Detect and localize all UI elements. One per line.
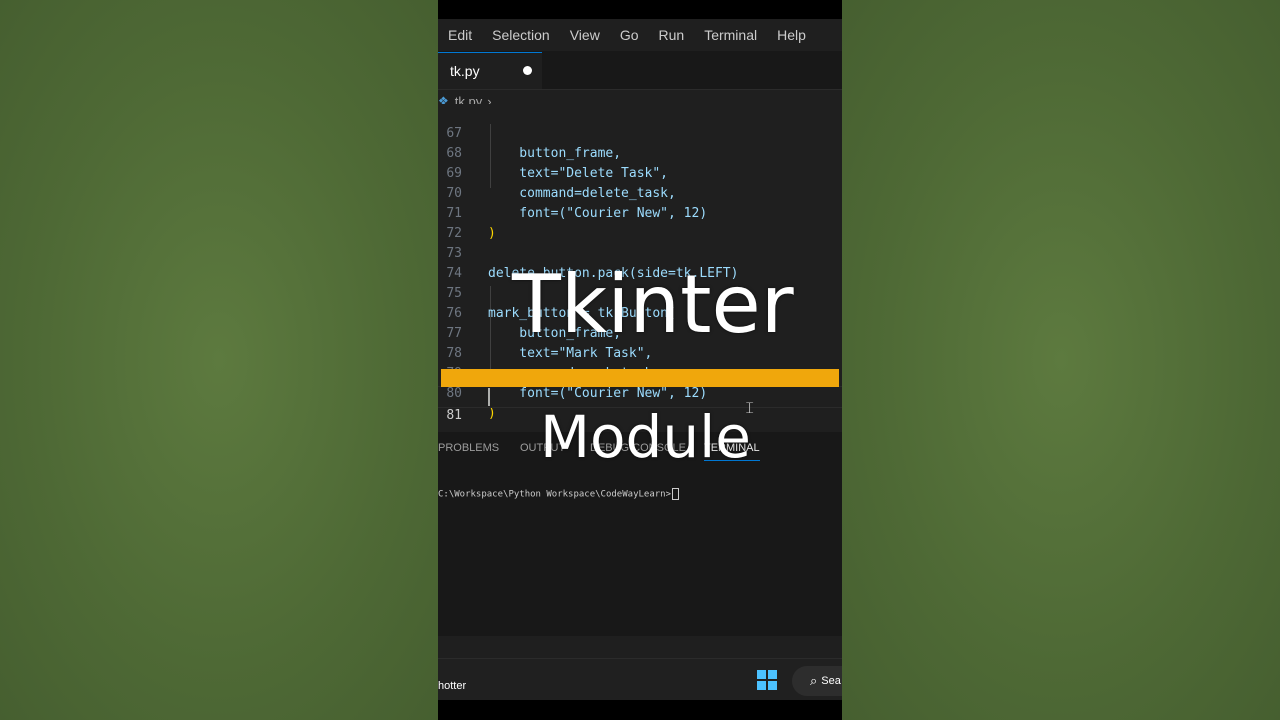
- left-background: [0, 0, 438, 720]
- search-label: Sea: [821, 675, 841, 687]
- tab-label: tk.py: [450, 63, 480, 79]
- overlay-subtitle: Module: [540, 403, 751, 471]
- top-black-bar: [438, 0, 842, 19]
- menu-run[interactable]: Run: [649, 27, 695, 43]
- tab-tk-py[interactable]: tk.py: [438, 52, 542, 89]
- terminal-panel[interactable]: C:\Workspace\Python Workspace\CodeWayLea…: [438, 464, 842, 636]
- terminal-cursor: [672, 488, 679, 500]
- status-gap: [438, 636, 842, 658]
- windows-taskbar: hotter ⌕ Sea: [438, 658, 842, 701]
- windows-start-icon[interactable]: [757, 670, 777, 690]
- tab-problems[interactable]: PROBLEMS: [438, 442, 499, 454]
- line-number: 81: [446, 408, 462, 423]
- unsaved-dot-icon[interactable]: [523, 66, 532, 75]
- taskbar-app-label[interactable]: hotter: [438, 680, 466, 692]
- taskbar-search[interactable]: ⌕ Sea: [792, 666, 842, 696]
- code-line: 71 ): [438, 184, 842, 241]
- search-icon: ⌕: [810, 673, 818, 688]
- code-line: 69 command=delete_task,: [438, 144, 842, 201]
- menu-view[interactable]: View: [560, 27, 610, 43]
- code-line: 70 font=("Courier New", 12): [438, 164, 842, 221]
- menu-edit[interactable]: Edit: [438, 27, 482, 43]
- code-line: 67 button_frame,: [438, 104, 842, 161]
- code-line: 68 text="Delete Task",: [438, 124, 842, 181]
- menu-selection[interactable]: Selection: [482, 27, 560, 43]
- bottom-black-bar: [438, 700, 842, 720]
- highlight-bar: [441, 369, 839, 387]
- code-line: 72: [438, 204, 842, 241]
- terminal-prompt: C:\Workspace\Python Workspace\CodeWayLea…: [438, 489, 671, 500]
- vscode-window: Edit Selection View Go Run Terminal Help…: [438, 0, 842, 720]
- editor-tabs: tk.py: [438, 51, 842, 90]
- text-cursor: [488, 388, 490, 406]
- terminal-line: C:\Workspace\Python Workspace\CodeWayLea…: [438, 488, 679, 500]
- overlay-title: Tkinter: [512, 258, 794, 351]
- menu-bar: Edit Selection View Go Run Terminal Help: [438, 19, 842, 51]
- right-background: [842, 0, 1280, 720]
- menu-help[interactable]: Help: [767, 27, 816, 43]
- menu-go[interactable]: Go: [610, 27, 649, 43]
- menu-terminal[interactable]: Terminal: [694, 27, 767, 43]
- code-line: 73 delete_button.pack(side=tk.LEFT): [438, 224, 842, 281]
